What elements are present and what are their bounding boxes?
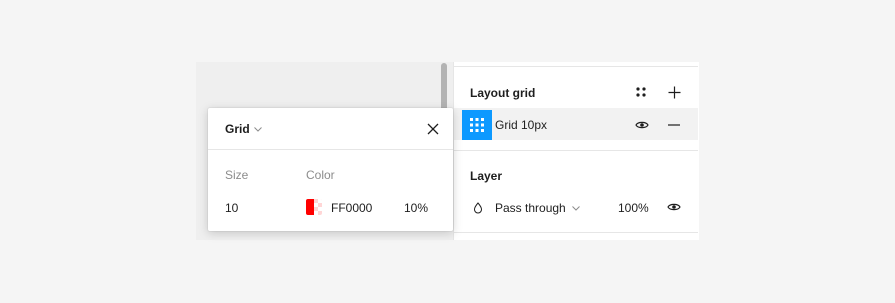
color-swatch-solid: [306, 199, 314, 215]
section-divider: [454, 150, 698, 151]
size-label: Size: [225, 168, 249, 182]
blend-mode-value: Pass through: [495, 201, 566, 215]
blend-mode-icon: [468, 198, 488, 218]
layout-grid-label: Grid 10px: [495, 118, 548, 132]
chevron-down-icon: [571, 205, 580, 211]
layout-grid-icon[interactable]: [462, 110, 492, 140]
minus-icon: [668, 124, 680, 126]
layer-title: Layer: [470, 169, 503, 183]
color-opacity-input[interactable]: 10%: [404, 201, 428, 215]
blend-mode-dropdown[interactable]: Pass through: [495, 201, 580, 215]
grid-styles-icon[interactable]: [631, 82, 651, 102]
eye-icon[interactable]: [664, 197, 684, 217]
remove-layout-grid-button[interactable]: [664, 115, 684, 135]
plus-icon: [668, 86, 680, 98]
color-swatch-alpha: [314, 199, 322, 215]
popover-title: Grid: [225, 122, 250, 136]
close-icon[interactable]: [423, 119, 443, 139]
popover-divider: [208, 149, 453, 150]
grid-settings-popover: Grid Size Color 10 FF0000 10%: [208, 108, 453, 231]
color-label: Color: [306, 168, 335, 182]
size-input[interactable]: 10: [225, 201, 238, 215]
chevron-down-icon: [253, 126, 262, 132]
eye-icon[interactable]: [632, 115, 652, 135]
color-swatch[interactable]: [306, 199, 322, 215]
layer-opacity[interactable]: 100%: [618, 201, 649, 215]
panel-divider: [453, 66, 698, 67]
add-layout-grid-button[interactable]: [664, 82, 684, 102]
layout-grid-title: Layout grid: [470, 86, 536, 100]
color-hex-input[interactable]: FF0000: [331, 201, 372, 215]
grid-type-dropdown[interactable]: Grid: [225, 122, 262, 136]
section-divider: [454, 232, 698, 233]
